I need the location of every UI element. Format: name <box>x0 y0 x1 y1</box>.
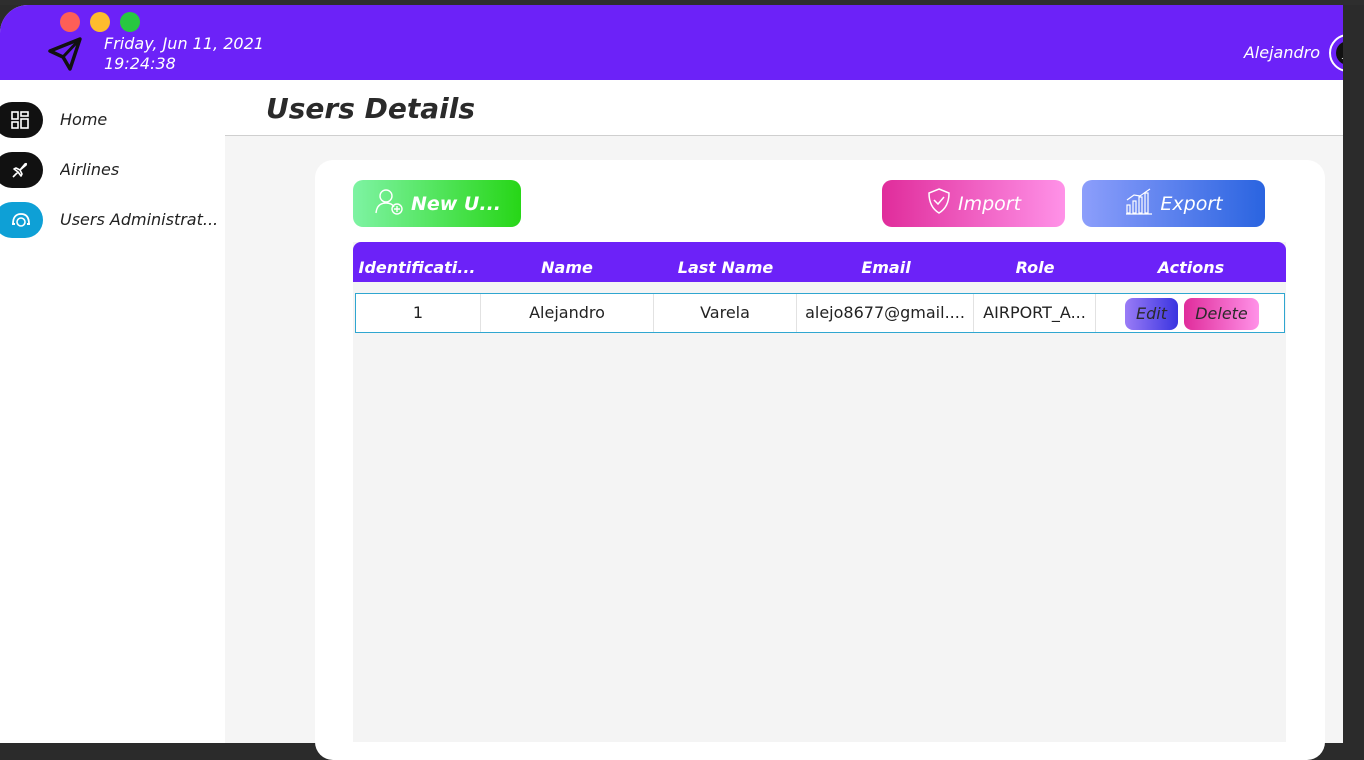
column-header-last-name[interactable]: Last Name <box>654 258 797 277</box>
cell-email: alejo8677@gmail.... <box>797 294 974 332</box>
new-user-button[interactable]: New U... <box>353 180 521 227</box>
dashboard-icon <box>0 102 43 138</box>
page-title: Users Details <box>266 92 475 125</box>
bar-chart-icon <box>1124 187 1154 220</box>
import-button[interactable]: Import <box>882 180 1065 227</box>
current-date: Friday, Jun 11, 2021 <box>104 34 264 53</box>
sidebar-item-label: Airlines <box>60 160 120 179</box>
app-header: Friday, Jun 11, 2021 19:24:38 Alejandro <box>0 5 1343 80</box>
current-user-name: Alejandro <box>1243 43 1320 62</box>
cell-name: Alejandro <box>481 294 654 332</box>
column-header-identification[interactable]: Identificati... <box>355 258 479 277</box>
sidebar-item-airlines[interactable]: Airlines <box>0 150 225 190</box>
user-avatar-icon <box>1336 41 1343 65</box>
close-window-button[interactable] <box>60 12 80 32</box>
column-header-name[interactable]: Name <box>481 258 653 277</box>
cell-last-name: Varela <box>654 294 797 332</box>
cell-identification: 1 <box>356 294 481 332</box>
table-row[interactable]: 1 Alejandro Varela alejo8677@gmail.... A… <box>355 293 1285 333</box>
edit-button[interactable]: Edit <box>1125 298 1178 330</box>
current-time: 19:24:38 <box>104 54 176 73</box>
shield-icon <box>926 187 952 220</box>
cell-role: AIRPORT_A... <box>974 294 1096 332</box>
sidebar-item-users-administration[interactable]: Users Administrat... <box>0 200 225 240</box>
export-button-label: Export <box>1160 192 1223 215</box>
add-user-icon <box>373 186 405 221</box>
user-avatar-button[interactable] <box>1329 34 1343 72</box>
column-header-actions: Actions <box>1157 258 1225 277</box>
users-table: Identificati... Name Last Name Email Rol… <box>353 242 1286 742</box>
airplane-icon <box>0 152 43 188</box>
sidebar: Home Airlines Users Administrat... <box>0 80 225 743</box>
desktop-edge <box>1343 5 1364 743</box>
column-header-role[interactable]: Role <box>975 258 1095 277</box>
maximize-window-button[interactable] <box>120 12 140 32</box>
sidebar-item-label: Users Administrat... <box>60 210 219 229</box>
sidebar-item-label: Home <box>60 110 108 129</box>
table-header: Identificati... Name Last Name Email Rol… <box>353 242 1286 282</box>
import-button-label: Import <box>957 192 1022 215</box>
export-button[interactable]: Export <box>1082 180 1265 227</box>
delete-button[interactable]: Delete <box>1184 298 1259 330</box>
page-header: Users Details <box>225 80 1343 136</box>
sidebar-item-home[interactable]: Home <box>0 100 225 140</box>
column-header-email[interactable]: Email <box>798 258 974 277</box>
new-user-button-label: New U... <box>410 192 502 215</box>
users-admin-icon <box>0 202 43 238</box>
paper-plane-logo-icon <box>44 33 86 73</box>
header-datetime: Friday, Jun 11, 2021 19:24:38 <box>104 34 264 74</box>
minimize-window-button[interactable] <box>90 12 110 32</box>
